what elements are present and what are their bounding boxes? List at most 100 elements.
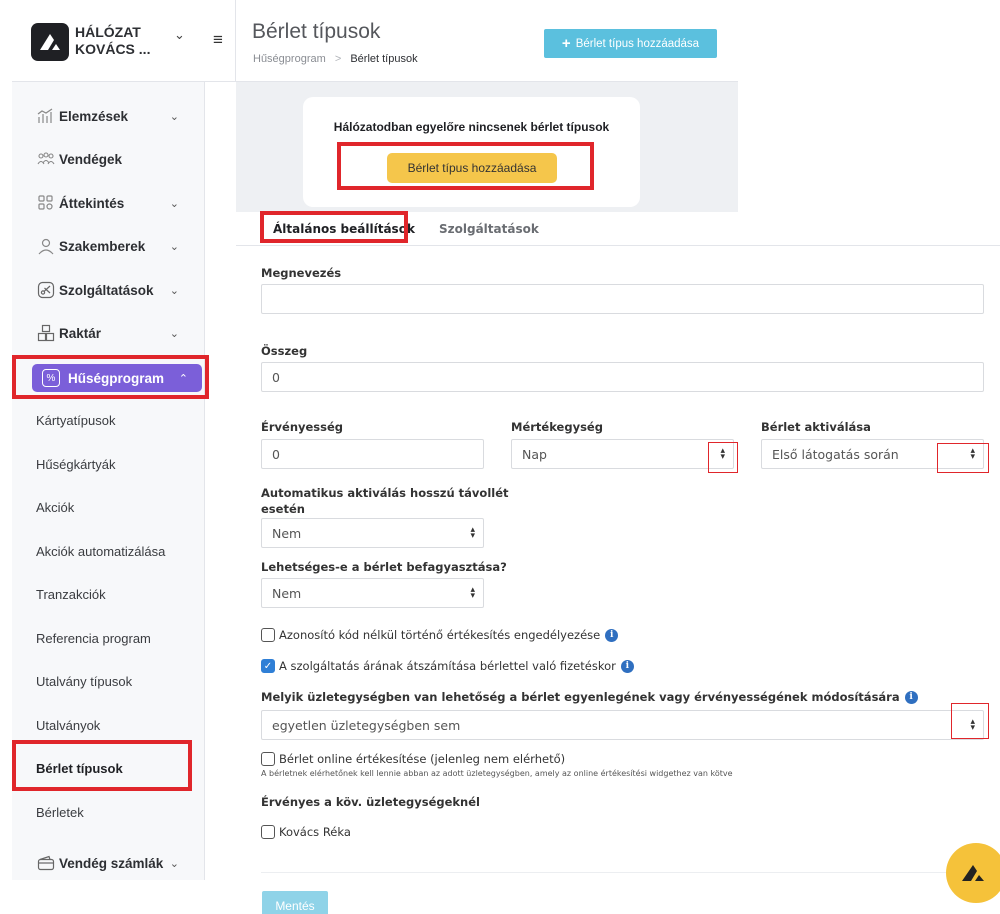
select-arrows-icon: ▴ ▾ (970, 446, 975, 462)
chevron-up-icon: ⌃ (178, 372, 188, 385)
no-code-sale-checkbox[interactable] (261, 628, 275, 642)
online-sale-note: A bérletnek elérhetőnek kell lennie abba… (261, 769, 733, 778)
modify-unit-select[interactable]: egyetlen üzletegységben sem ▴ ▾ (261, 710, 984, 740)
sidebar-item-label: Áttekintés (59, 195, 125, 211)
page-title: Bérlet típusok (252, 20, 381, 43)
tab-general-settings[interactable]: Általános beállítások (273, 222, 415, 236)
sidebar-subitem-referencia-program[interactable]: Referencia program (36, 631, 151, 646)
sidebar-item-raktar[interactable]: Raktár ⌄ (12, 315, 205, 351)
hamburger-icon[interactable]: ≡ (213, 30, 223, 50)
auto-activation-label: Automatikus aktiválás hosszú távollét es… (261, 486, 509, 516)
guests-icon (36, 149, 56, 169)
no-code-sale-label: Azonosító kód nélkül történő értékesítés… (279, 628, 601, 642)
sidebar-item-attekintes[interactable]: Áttekintés ⌄ (12, 185, 205, 221)
wallet-icon (36, 853, 56, 873)
validity-input[interactable]: 0 (261, 439, 484, 469)
person-icon (36, 236, 56, 256)
empty-state-add-button[interactable]: Bérlet típus hozzáadása (387, 153, 557, 183)
pass-type-form: Általános beállítások Szolgáltatások Meg… (236, 212, 1000, 914)
tab-services[interactable]: Szolgáltatások (439, 222, 539, 236)
sidebar-subitem-berletek[interactable]: Bérletek (36, 805, 84, 820)
menu-toggle-column: ≡ (205, 0, 236, 82)
amount-label: Összeg (261, 344, 308, 358)
unit-option-checkbox[interactable] (261, 825, 275, 839)
help-chat-button[interactable] (946, 843, 1000, 903)
online-sale-label: Bérlet online értékesítése (jelenleg nem… (279, 752, 566, 766)
sidebar-item-label: Vendég számlák (59, 855, 164, 871)
convert-price-option[interactable]: ✓ A szolgáltatás árának átszámítása bérl… (261, 659, 634, 673)
convert-price-checkbox[interactable]: ✓ (261, 659, 275, 673)
chevron-down-icon: ⌄ (169, 857, 179, 870)
modify-label: Melyik üzletegységben van lehetőség a bé… (261, 690, 900, 704)
breadcrumb-separator: > (334, 53, 342, 65)
brand-line2: KOVÁCS ... (75, 41, 151, 57)
sidebar-item-husegprogram[interactable]: % Hűségprogram ⌃ (32, 364, 202, 392)
freeze-select[interactable]: Nem ▴ ▾ (261, 578, 484, 608)
tab-bar: Általános beállítások Szolgáltatások (236, 212, 1000, 246)
sidebar-subitem-berlet-tipusok[interactable]: Bérlet típusok (36, 761, 123, 776)
form-divider (261, 872, 981, 873)
info-icon[interactable]: i (620, 659, 634, 673)
sidebar-item-szakemberek[interactable]: Szakemberek ⌄ (12, 228, 205, 264)
chevron-down-icon: ⌄ (169, 110, 179, 123)
select-arrows-icon: ▴ ▾ (720, 446, 725, 462)
activation-label: Bérlet aktiválása (761, 420, 871, 434)
unit-option-kovacs-reka[interactable]: Kovács Réka (261, 825, 351, 839)
sidebar-subitem-husegkartyak[interactable]: Hűségkártyák (36, 457, 115, 472)
brand-switcher[interactable]: HÁLÓZAT KOVÁCS ... ⌄ (12, 0, 205, 82)
app-root: HÁLÓZAT KOVÁCS ... ⌄ Elemzések ⌄ Vendége… (0, 0, 1000, 914)
sidebar-subitem-kartyatipusok[interactable]: Kártyatípusok (36, 413, 116, 428)
breadcrumb: Hűségprogram > Bérlet típusok (253, 53, 418, 65)
sidebar-subitem-utalvany-tipusok[interactable]: Utalvány típusok (36, 674, 132, 689)
activation-select-value: Első látogatás során (772, 446, 899, 462)
sidebar-subitem-utalvanyok[interactable]: Utalványok (36, 718, 100, 733)
select-arrows-icon: ▴ ▾ (970, 717, 975, 733)
info-icon[interactable]: i (605, 628, 619, 642)
freeze-label: Lehetséges-e a bérlet befagyasztása? (261, 560, 507, 574)
convert-price-label: A szolgáltatás árának átszámítása bérlet… (279, 659, 616, 673)
auto-activation-select[interactable]: Nem ▴ ▾ (261, 518, 484, 548)
sidebar-item-label: Raktár (59, 325, 102, 341)
name-input[interactable] (261, 284, 984, 314)
sidebar-item-szolgaltatasok[interactable]: Szolgáltatások ⌄ (12, 272, 205, 308)
warehouse-icon (36, 323, 56, 343)
sidebar-item-elemzesek[interactable]: Elemzések ⌄ (12, 98, 205, 134)
sidebar-subitem-tranzakciok[interactable]: Tranzakciók (36, 587, 106, 602)
chevron-down-icon: ⌄ (169, 197, 179, 210)
brand-logo-icon (962, 865, 984, 881)
breadcrumb-parent[interactable]: Hűségprogram (253, 53, 326, 65)
chevron-down-icon: ⌄ (169, 240, 179, 253)
brand-line1: HÁLÓZAT (75, 24, 141, 40)
plus-icon: + (561, 35, 571, 52)
sidebar-item-label: Elemzések (59, 108, 129, 124)
online-sale-checkbox[interactable] (261, 752, 275, 766)
sidebar-subitem-akciok-automatizalasa[interactable]: Akciók automatizálása (36, 544, 165, 559)
validity-label: Érvényesség (261, 420, 344, 434)
amount-input[interactable]: 0 (261, 362, 984, 392)
brand-logo-icon (31, 23, 69, 61)
unit-label: Mértékegység (511, 420, 603, 434)
page-header: Bérlet típusok Hűségprogram > Bérlet típ… (236, 0, 738, 82)
modify-unit-value: egyetlen üzletegységben sem (272, 717, 461, 733)
unit-select[interactable]: Nap ▴ ▾ (511, 439, 734, 469)
online-sale-option[interactable]: Bérlet online értékesítése (jelenleg nem… (261, 752, 565, 766)
auto-activation-value: Nem (272, 525, 302, 541)
valid-units-label: Érvényes a köv. üzletegységeknél (261, 795, 480, 809)
modify-label-row: Melyik üzletegységben van lehetőség a bé… (261, 689, 918, 705)
select-arrows-icon: ▴ ▾ (470, 525, 475, 541)
sidebar-subitem-akciok[interactable]: Akciók (36, 500, 74, 515)
brand-name: HÁLÓZAT KOVÁCS ... (75, 24, 165, 58)
breadcrumb-current: Bérlet típusok (350, 53, 418, 65)
sidebar-item-label: Szolgáltatások (59, 282, 154, 298)
no-code-sale-option[interactable]: Azonosító kód nélkül történő értékesítés… (261, 628, 619, 642)
activation-select[interactable]: Első látogatás során ▴ ▾ (761, 439, 984, 469)
add-pass-type-button[interactable]: + Bérlet típus hozzáadása (544, 29, 717, 58)
save-button[interactable]: Mentés (262, 891, 328, 914)
info-icon[interactable]: i (904, 690, 918, 704)
overview-icon (36, 193, 56, 213)
sidebar-item-vendegek[interactable]: Vendégek (12, 141, 205, 177)
analytics-icon (36, 106, 56, 126)
sidebar-item-vendeg-szamlak[interactable]: Vendég számlák ⌄ (12, 845, 205, 881)
empty-state-title: Hálózatodban egyelőre nincsenek bérlet t… (333, 120, 610, 134)
sidebar-item-label: Vendégek (59, 151, 123, 167)
